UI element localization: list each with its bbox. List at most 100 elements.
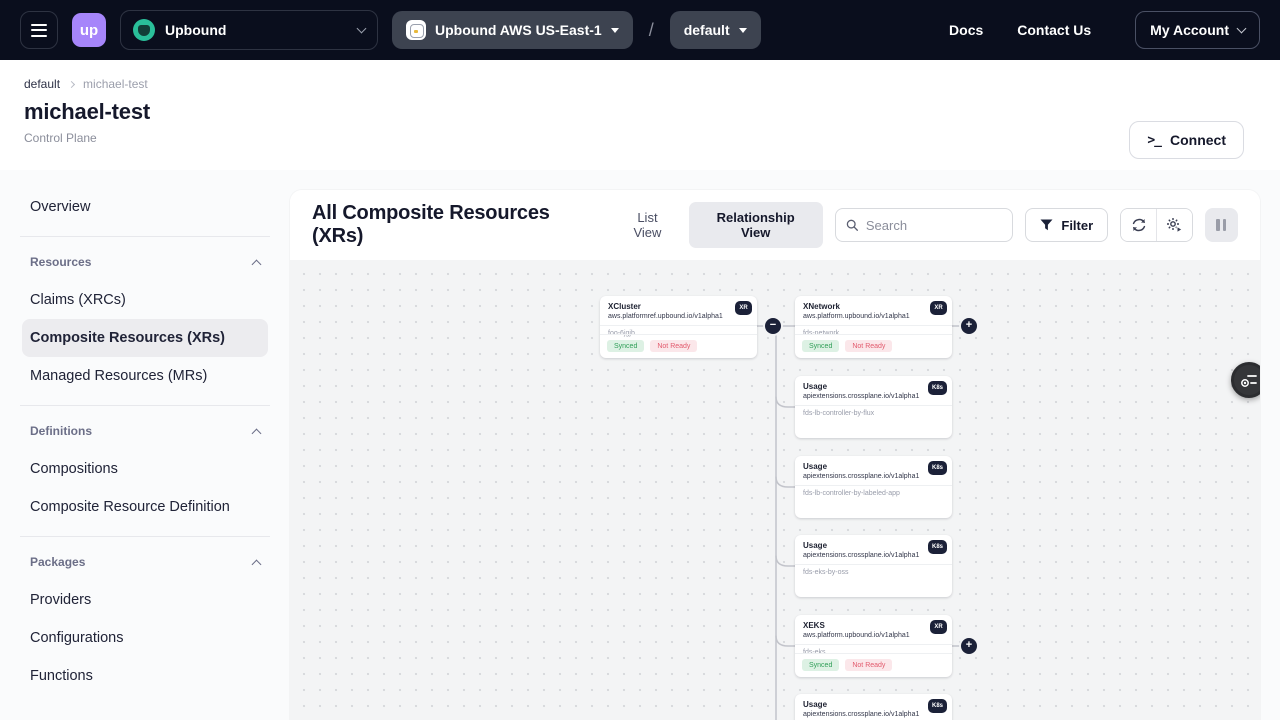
control-plane-label: Upbound AWS US-East-1: [435, 22, 602, 38]
resources-title: All Composite Resources (XRs): [312, 202, 600, 248]
node-title: Usage: [803, 382, 944, 392]
status-badge-synced: Synced: [802, 659, 839, 671]
org-selector-label: Upbound: [165, 22, 226, 38]
run-functions-button[interactable]: [1156, 209, 1191, 241]
nav-link-docs[interactable]: Docs: [949, 22, 983, 38]
pause-icon: [1216, 219, 1220, 231]
nav-link-contact-us[interactable]: Contact Us: [1017, 22, 1091, 38]
expand-node-button[interactable]: +: [961, 318, 977, 334]
search-input[interactable]: [866, 218, 1003, 233]
chevron-up-icon: [252, 559, 262, 569]
node-status-row: Synced Not Ready: [600, 334, 757, 358]
node-api-version: aws.platformref.upbound.io/v1alpha1: [608, 312, 749, 321]
terminal-icon: >_: [1147, 133, 1161, 148]
org-avatar-icon: [133, 19, 155, 41]
filter-icon: [1040, 219, 1053, 231]
breadcrumb-parent[interactable]: default: [24, 77, 60, 91]
relationship-view-button[interactable]: Relationship View: [689, 202, 823, 248]
sidebar-item-overview[interactable]: Overview: [22, 188, 268, 226]
node-title: Usage: [803, 462, 944, 472]
node-header: XNetworkaws.platform.upbound.io/v1alpha1: [795, 296, 952, 326]
resource-node-xeks-fds-eks[interactable]: XEKSaws.platform.upbound.io/v1alpha1fds-…: [795, 615, 952, 677]
resource-node-usage-fds-eks-by-oss[interactable]: Usageapiextensions.crossplane.io/v1alpha…: [795, 535, 952, 597]
resource-node-usage-cut[interactable]: Usageapiextensions.crossplane.io/v1alpha…: [795, 694, 952, 720]
sidebar-item-configurations[interactable]: Configurations: [22, 619, 268, 657]
node-api-version: apiextensions.crossplane.io/v1alpha1: [803, 551, 944, 560]
status-badge-not-ready: Not Ready: [650, 340, 697, 352]
expand-node-button[interactable]: +: [961, 638, 977, 654]
resource-node-xcluster-foo-6jgjb[interactable]: XClusteraws.platformref.upbound.io/v1alp…: [600, 296, 757, 358]
node-title: Usage: [803, 700, 944, 710]
path-separator: /: [649, 20, 654, 41]
node-api-version: apiextensions.crossplane.io/v1alpha1: [803, 392, 944, 401]
legend-icon: [1240, 372, 1258, 388]
menu-button[interactable]: [20, 11, 58, 49]
chevron-right-icon: [68, 81, 75, 88]
node-kind-badge: K8s: [928, 381, 947, 395]
chevron-up-icon: [252, 428, 262, 438]
sidebar-section-definitions[interactable]: Definitions: [22, 416, 268, 446]
sidebar-item-functions[interactable]: Functions: [22, 657, 268, 695]
top-navbar: up Upbound Upbound AWS US-East-1 / defau…: [0, 0, 1280, 60]
sidebar-divider: [20, 236, 270, 237]
node-title: Usage: [803, 541, 944, 551]
breadcrumb: default michael-test: [24, 77, 1244, 91]
control-plane-selector[interactable]: Upbound AWS US-East-1: [392, 11, 633, 49]
node-header: XClusteraws.platformref.upbound.io/v1alp…: [600, 296, 757, 326]
refresh-icon: [1131, 217, 1147, 233]
page-subtitle: Control Plane: [24, 131, 1244, 145]
sidebar-section-packages[interactable]: Packages: [22, 547, 268, 577]
sidebar-item-claims-xrcs[interactable]: Claims (XRCs): [22, 281, 268, 319]
legend-button[interactable]: [1231, 362, 1260, 398]
sidebar-item-composite-resource-definition[interactable]: Composite Resource Definition: [22, 488, 268, 526]
group-selector-label: default: [684, 22, 730, 38]
resources-toolbar: All Composite Resources (XRs) List View …: [290, 190, 1260, 260]
page-title: michael-test: [24, 99, 1244, 125]
sidebar-item-compositions[interactable]: Compositions: [22, 450, 268, 488]
caret-down-icon: [611, 28, 619, 33]
connect-button-label: Connect: [1170, 132, 1226, 148]
node-title: XCluster: [608, 302, 749, 312]
sidebar-section-title: Packages: [30, 555, 85, 569]
control-plane-icon: [406, 20, 426, 40]
filter-button-label: Filter: [1061, 218, 1093, 233]
page-header: default michael-test michael-test Contro…: [0, 60, 1280, 170]
collapse-node-button[interactable]: −: [765, 318, 781, 334]
pause-button[interactable]: [1205, 208, 1238, 242]
node-kind-badge: XR: [930, 620, 947, 634]
relationship-canvas[interactable]: XClusteraws.platformref.upbound.io/v1alp…: [290, 260, 1260, 720]
chevron-down-icon: [357, 24, 367, 34]
node-api-version: aws.platform.upbound.io/v1alpha1: [803, 631, 944, 640]
breadcrumb-current: michael-test: [83, 77, 148, 91]
sidebar-item-composite-resources-xrs[interactable]: Composite Resources (XRs): [22, 319, 268, 357]
node-name: fds-lb-controller-by-labeled-app: [795, 486, 952, 501]
search-icon: [846, 218, 858, 232]
node-kind-badge: XR: [930, 301, 947, 315]
status-badge-synced: Synced: [802, 340, 839, 352]
group-selector[interactable]: default: [670, 11, 761, 49]
node-api-version: apiextensions.crossplane.io/v1alpha1: [803, 472, 944, 481]
node-api-version: apiextensions.crossplane.io/v1alpha1: [803, 710, 944, 719]
status-badge-synced: Synced: [607, 340, 644, 352]
sidebar-item-managed-resources-mrs[interactable]: Managed Resources (MRs): [22, 357, 268, 395]
resource-node-usage-fds-lb-controller-by-labeled-app[interactable]: Usageapiextensions.crossplane.io/v1alpha…: [795, 456, 952, 518]
my-account-button[interactable]: My Account: [1135, 11, 1260, 49]
list-view-button[interactable]: List View: [612, 202, 682, 248]
sidebar-item-providers[interactable]: Providers: [22, 581, 268, 619]
search-box: [835, 208, 1014, 242]
node-kind-badge: K8s: [928, 540, 947, 554]
resource-node-usage-fds-lb-controller-by-flux[interactable]: Usageapiextensions.crossplane.io/v1alpha…: [795, 376, 952, 438]
sidebar-section-resources[interactable]: Resources: [22, 247, 268, 277]
main-panel: All Composite Resources (XRs) List View …: [290, 190, 1260, 720]
connect-button[interactable]: >_ Connect: [1129, 121, 1244, 159]
refresh-button[interactable]: [1121, 209, 1156, 241]
canvas-action-group: [1120, 208, 1193, 242]
my-account-label: My Account: [1150, 22, 1229, 38]
sidebar-section-title: Resources: [30, 255, 91, 269]
upbound-logo: up: [72, 13, 106, 47]
sidebar-divider: [20, 405, 270, 406]
view-toggle: List View Relationship View: [612, 202, 822, 248]
filter-button[interactable]: Filter: [1025, 208, 1108, 242]
org-selector[interactable]: Upbound: [120, 10, 378, 50]
resource-node-xnetwork-fds-network[interactable]: XNetworkaws.platform.upbound.io/v1alpha1…: [795, 296, 952, 358]
